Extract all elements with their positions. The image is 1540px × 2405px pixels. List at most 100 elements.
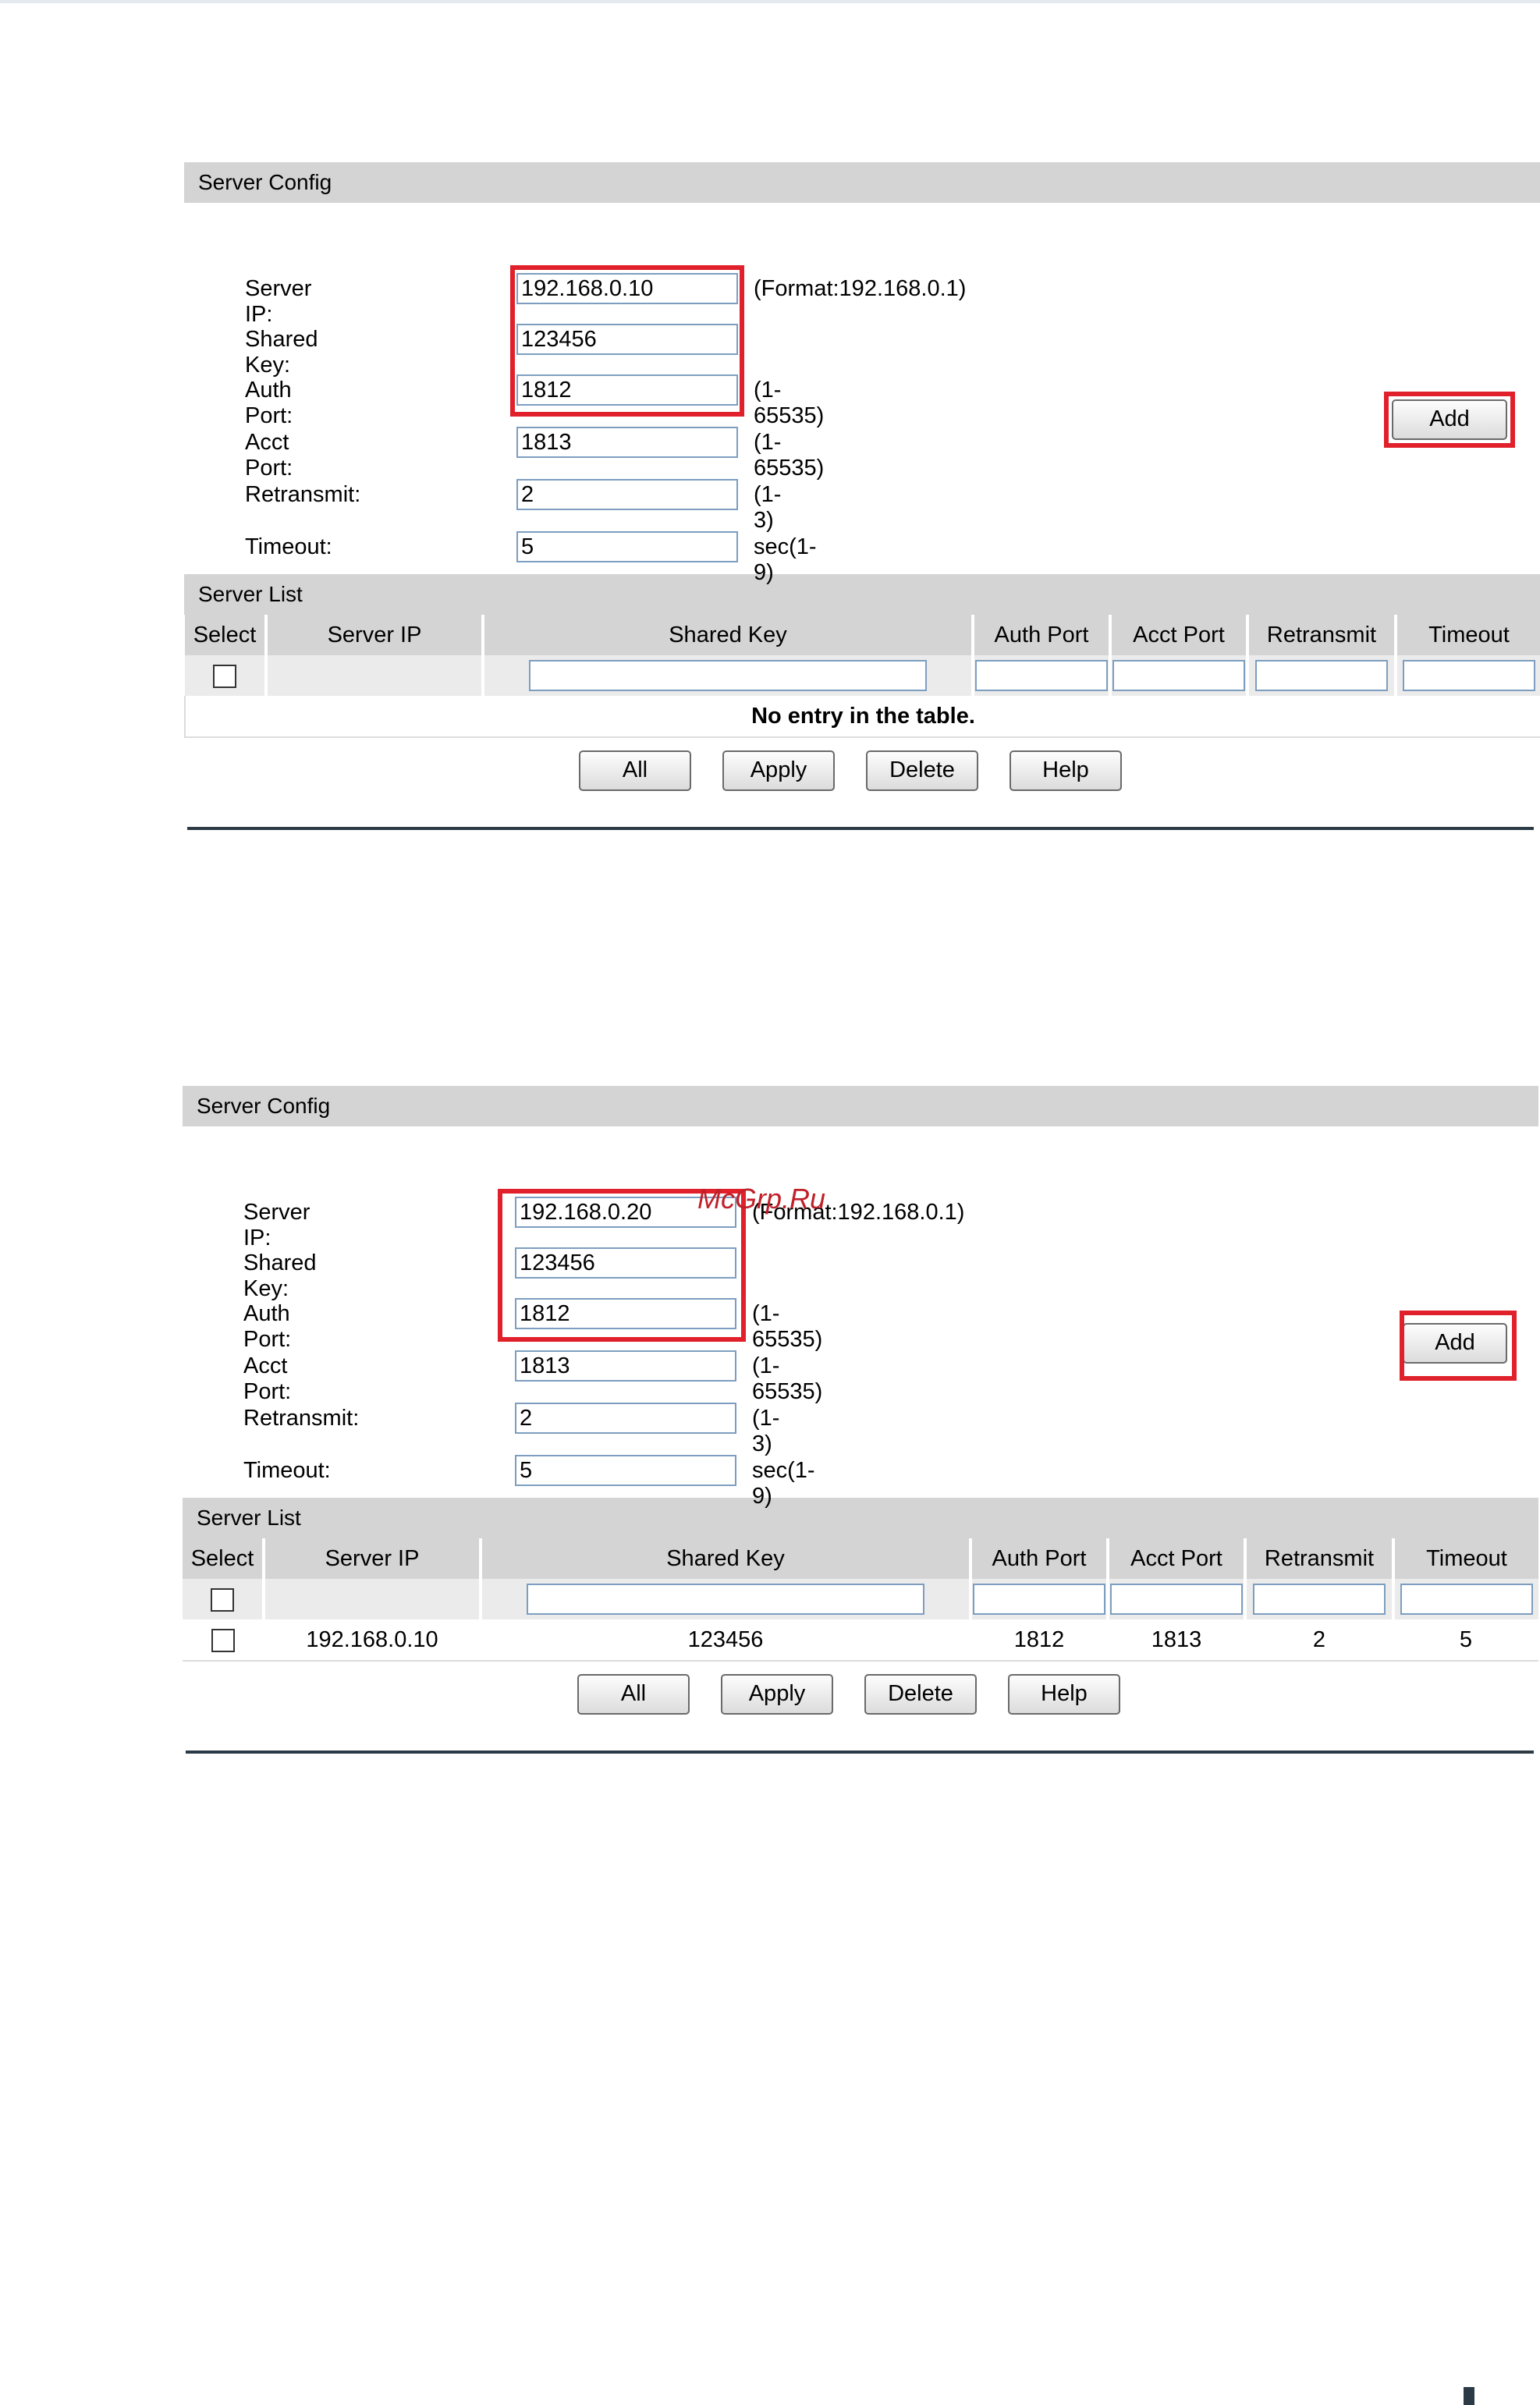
auth-port-hint: (1-65535): [752, 1301, 823, 1352]
filter-auth-port-input[interactable]: [975, 660, 1108, 691]
column-header-timeout: Timeout: [1396, 615, 1540, 655]
filter-acct-port-input[interactable]: [1110, 1584, 1243, 1615]
timeout-label: Timeout:: [243, 1458, 331, 1483]
server-config-header: Server Config: [183, 1086, 1538, 1126]
filter-retransmit-input[interactable]: [1255, 660, 1388, 691]
server-config-form: Server IP: 192.168.0.20 (Format:192.168.…: [183, 1126, 1538, 1509]
filter-row: [183, 1579, 1538, 1619]
filter-server-ip-cell: [266, 655, 484, 696]
row-server-ip: 192.168.0.10: [264, 1619, 481, 1662]
column-header-server-ip: Server IP: [266, 615, 484, 655]
highlight-box-fields: [510, 265, 744, 417]
filter-timeout-cell: [1396, 655, 1540, 696]
column-header-server-ip: Server IP: [264, 1538, 482, 1579]
filter-retransmit-input[interactable]: [1253, 1584, 1386, 1615]
filter-retransmit-cell: [1247, 655, 1397, 696]
retransmit-hint: (1-3): [752, 1406, 780, 1456]
server-list-table: Select Server IP Shared Key Auth Port Ac…: [184, 615, 1540, 738]
acct-port-hint: (1-65535): [752, 1353, 823, 1404]
filter-auth-port-input[interactable]: [973, 1584, 1105, 1615]
column-header-auth-port: Auth Port: [973, 615, 1112, 655]
row-checkbox[interactable]: [211, 1628, 235, 1652]
row-select-cell: [183, 1619, 264, 1662]
server-config-header: Server Config: [184, 162, 1540, 203]
highlight-box-add: [1400, 1311, 1517, 1381]
column-header-retransmit: Retransmit: [1247, 615, 1397, 655]
table-header-row: Select Server IP Shared Key Auth Port Ac…: [183, 1538, 1538, 1579]
filter-row: [185, 655, 1540, 696]
timeout-hint: sec(1-9): [752, 1458, 815, 1509]
top-rule: [0, 0, 1540, 3]
timeout-input[interactable]: 5: [516, 531, 738, 562]
retransmit-input[interactable]: 2: [516, 479, 738, 510]
column-header-acct-port: Acct Port: [1110, 615, 1249, 655]
filter-timeout-input[interactable]: [1403, 660, 1535, 691]
column-header-select: Select: [185, 615, 268, 655]
filter-server-ip-cell: [264, 1579, 482, 1619]
column-header-auth-port: Auth Port: [970, 1538, 1109, 1579]
select-all-checkbox[interactable]: [213, 664, 236, 688]
server-list-table: Select Server IP Shared Key Auth Port Ac…: [183, 1538, 1538, 1662]
filter-timeout-input[interactable]: [1400, 1584, 1533, 1615]
row-retransmit: 2: [1245, 1619, 1393, 1662]
panel-after-add: Server Config Server IP: 192.168.0.20 (F…: [183, 1086, 1538, 1724]
server-list-header: Server List: [184, 574, 1540, 615]
table-header-row: Select Server IP Shared Key Auth Port Ac…: [185, 615, 1540, 655]
highlight-box-add: [1384, 392, 1515, 448]
filter-select-cell: [183, 1579, 265, 1619]
filter-retransmit-cell: [1245, 1579, 1395, 1619]
row-timeout: 5: [1393, 1619, 1538, 1662]
retransmit-hint: (1-3): [754, 482, 782, 533]
auth-port-hint: (1-65535): [754, 378, 825, 428]
filter-acct-port-cell: [1110, 655, 1249, 696]
server-config-form: Server IP: 192.168.0.10 (Format:192.168.…: [184, 203, 1540, 585]
acct-port-input[interactable]: 1813: [515, 1350, 736, 1382]
auth-port-label: Auth Port:: [243, 1301, 292, 1352]
table-row: 192.168.0.10 123456 1812 1813 2 5: [183, 1619, 1538, 1662]
acct-port-hint: (1-65535): [754, 430, 825, 481]
column-header-acct-port: Acct Port: [1108, 1538, 1247, 1579]
retransmit-label: Retransmit:: [243, 1406, 360, 1431]
server-ip-hint: (Format:192.168.0.1): [754, 276, 967, 301]
filter-auth-port-cell: [973, 655, 1112, 696]
acct-port-input[interactable]: 1813: [516, 427, 738, 458]
column-header-select: Select: [183, 1538, 265, 1579]
action-buttons: All Apply Delete Help: [184, 738, 1540, 800]
apply-button[interactable]: Apply: [722, 750, 835, 791]
acct-port-label: Acct Port:: [245, 430, 293, 481]
row-acct-port: 1813: [1108, 1619, 1245, 1662]
server-ip-label: Server IP:: [245, 276, 312, 327]
help-button[interactable]: Help: [1008, 1674, 1120, 1715]
filter-shared-key-input[interactable]: [529, 660, 927, 691]
filter-shared-key-input[interactable]: [527, 1584, 924, 1615]
filter-acct-port-input[interactable]: [1112, 660, 1245, 691]
watermark: McGrp.Ru: [697, 1183, 826, 1215]
column-header-shared-key: Shared Key: [483, 615, 974, 655]
apply-button[interactable]: Apply: [721, 1674, 833, 1715]
acct-port-label: Acct Port:: [243, 1353, 292, 1404]
filter-auth-port-cell: [970, 1579, 1109, 1619]
filter-shared-key-cell: [481, 1579, 972, 1619]
filter-timeout-cell: [1393, 1579, 1538, 1619]
retransmit-input[interactable]: 2: [515, 1403, 736, 1434]
column-header-timeout: Timeout: [1393, 1538, 1538, 1579]
retransmit-label: Retransmit:: [245, 482, 361, 507]
all-button[interactable]: All: [577, 1674, 690, 1715]
column-header-shared-key: Shared Key: [481, 1538, 972, 1579]
select-all-checkbox[interactable]: [211, 1587, 234, 1612]
filter-acct-port-cell: [1108, 1579, 1247, 1619]
help-button[interactable]: Help: [1010, 750, 1122, 791]
all-button[interactable]: All: [579, 750, 691, 791]
timeout-hint: sec(1-9): [754, 534, 817, 585]
auth-port-label: Auth Port:: [245, 378, 293, 428]
delete-button[interactable]: Delete: [866, 750, 978, 791]
empty-table-row: No entry in the table.: [184, 696, 1540, 738]
delete-button[interactable]: Delete: [864, 1674, 977, 1715]
section-divider: [187, 827, 1534, 830]
panel-before-add: Server Config Server IP: 192.168.0.10 (F…: [184, 162, 1540, 800]
action-buttons: All Apply Delete Help: [183, 1662, 1538, 1724]
page-corner-mark: [1464, 2387, 1474, 2405]
shared-key-label: Shared Key:: [243, 1250, 317, 1301]
server-ip-label: Server IP:: [243, 1200, 310, 1250]
timeout-input[interactable]: 5: [515, 1455, 736, 1486]
